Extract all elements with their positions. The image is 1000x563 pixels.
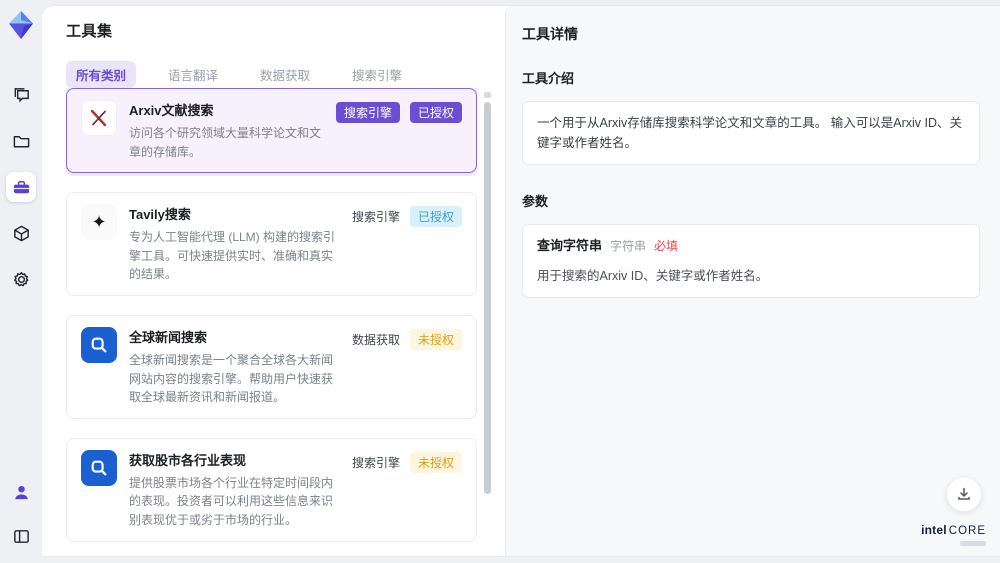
param-type: 字符串 (610, 239, 647, 253)
intel-core-text: CORE (948, 525, 986, 538)
param-description: 用于搜索的Arxiv ID、关键字或作者姓名。 (537, 268, 769, 283)
settings-icon (12, 270, 31, 289)
params-heading: 参数 (522, 194, 549, 209)
download-button[interactable] (946, 476, 982, 512)
left-sidebar (0, 0, 42, 563)
sidebar-item-account[interactable] (6, 477, 36, 507)
tool-card-arxiv[interactable]: Arxiv文献搜索 访问各个研究领域大量科学论文和文章的存储库。 搜索引擎 已授… (66, 88, 477, 174)
category-tabs: 所有类别 语言翻译 数据获取 搜索引擎 (66, 61, 505, 88)
intel-core-logo: intel CORE (921, 524, 986, 546)
status-badge: 未授权 (409, 328, 462, 350)
sidebar-item-tools[interactable] (6, 172, 36, 202)
main-window: 工具集 所有类别 语言翻译 数据获取 搜索引擎 Arxiv文献搜索 访问各个研究… (42, 6, 1000, 556)
param-required-label: 必填 (654, 239, 679, 253)
sparkle-icon: ✦ (81, 204, 117, 241)
intro-box: 一个用于从Arxiv存储库搜索科学论文和文章的工具。 输入可以是Arxiv ID… (522, 101, 980, 165)
tool-list-panel: 工具集 所有类别 语言翻译 数据获取 搜索引擎 Arxiv文献搜索 访问各个研究… (42, 6, 505, 556)
tool-name: 获取股市各行业表现 (129, 452, 247, 468)
tool-description: 提供股票市场各个行业在特定时间段内的表现。投资者可以利用这些信息来识别表现优于或… (129, 475, 334, 527)
tab-language-translation[interactable]: 语言翻译 (158, 61, 228, 88)
folder-icon (12, 132, 31, 151)
sidebar-item-packages[interactable] (6, 218, 36, 248)
intel-brand-text: intel (921, 523, 947, 538)
cube-icon (12, 224, 31, 243)
tool-detail-panel: 工具详情 工具介绍 一个用于从Arxiv存储库搜索科学论文和文章的工具。 输入可… (505, 6, 1000, 556)
tool-description: 专为人工智能代理 (LLM) 构建的搜索引擎工具。可快速提供实时、准确和真实的结… (129, 230, 336, 282)
blue-search-icon (81, 326, 117, 363)
tool-name: Arxiv文献搜索 (129, 103, 214, 118)
list-scrollbar[interactable] (484, 92, 491, 548)
category-label: 搜索引擎 (351, 455, 400, 470)
param-box: 查询字符串 字符串 必填 用于搜索的Arxiv ID、关键字或作者姓名。 (522, 224, 980, 298)
tab-search-engine[interactable]: 搜索引擎 (342, 61, 412, 88)
arxiv-icon (81, 100, 117, 136)
tool-name: 全球新闻搜索 (129, 329, 208, 345)
chat-icon (12, 86, 31, 105)
scrollbar-thumb[interactable] (484, 102, 491, 495)
category-label: 搜索引擎 (351, 210, 400, 225)
category-badge: 搜索引擎 (335, 102, 400, 123)
intro-text: 一个用于从Arxiv存储库搜索科学论文和文章的工具。 输入可以是Arxiv ID… (537, 116, 963, 150)
page-title: 工具集 (66, 23, 113, 40)
category-label: 数据获取 (351, 332, 400, 347)
tool-name: Tavily搜索 (129, 207, 191, 223)
panel-toggle-icon (12, 527, 31, 546)
intro-heading: 工具介绍 (522, 71, 575, 86)
tool-card-tavily[interactable]: ✦ Tavily搜索 专为人工智能代理 (LLM) 构建的搜索引擎工具。可快速提… (66, 192, 477, 296)
status-badge: 未授权 (409, 451, 462, 473)
sidebar-item-collapse[interactable] (6, 521, 36, 551)
scrollbar-up-arrow[interactable] (484, 92, 491, 98)
param-name: 查询字符串 (537, 238, 603, 253)
tool-description: 访问各个研究领域大量科学论文和文章的存储库。 (129, 126, 322, 159)
intel-sub-mark (960, 541, 986, 546)
sidebar-item-settings[interactable] (6, 264, 36, 294)
sidebar-item-chat[interactable] (6, 80, 36, 110)
toolbox-icon (12, 178, 31, 197)
blue-search-icon (81, 449, 117, 486)
download-icon (956, 486, 972, 502)
detail-title: 工具详情 (522, 26, 578, 42)
tool-card-global-news[interactable]: 全球新闻搜索 全球新闻搜索是一个聚合全球各大新闻网站内容的搜索引擎。帮助用户快速… (66, 314, 477, 419)
sidebar-item-files[interactable] (6, 126, 36, 156)
tool-card-stock-sectors[interactable]: 获取股市各行业表现 提供股票市场各个行业在特定时间段内的表现。投资者可以利用这些… (66, 437, 477, 542)
tab-data-fetch[interactable]: 数据获取 (250, 61, 320, 88)
app-logo[interactable] (6, 10, 36, 40)
tool-card-list: Arxiv文献搜索 访问各个研究领域大量科学论文和文章的存储库。 搜索引擎 已授… (66, 88, 477, 556)
user-icon (12, 483, 31, 502)
tool-description: 全球新闻搜索是一个聚合全球各大新闻网站内容的搜索引擎。帮助用户快速获取全球最新资… (129, 352, 334, 405)
tab-all-categories[interactable]: 所有类别 (66, 61, 137, 88)
status-badge: 已授权 (409, 206, 462, 228)
status-badge: 已授权 (409, 102, 462, 123)
